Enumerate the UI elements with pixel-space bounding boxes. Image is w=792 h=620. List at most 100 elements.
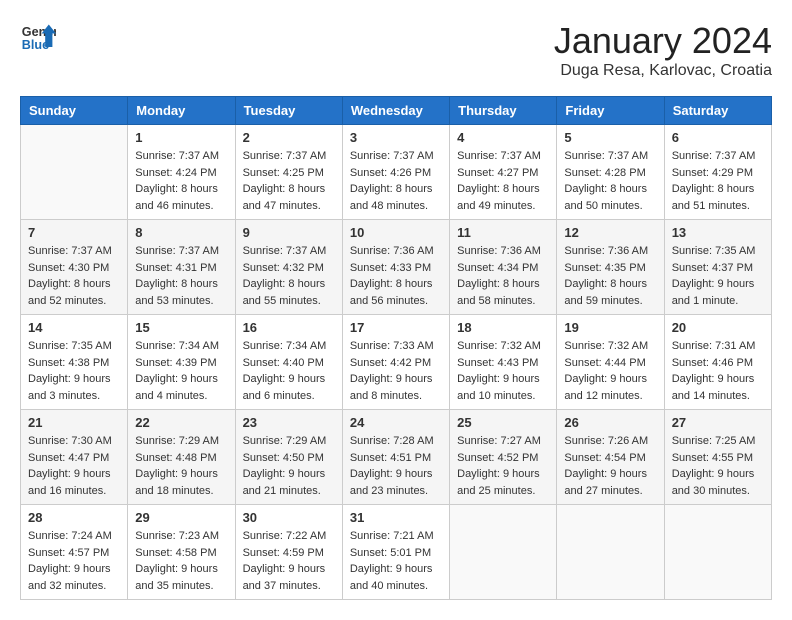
calendar-cell: 29 Sunrise: 7:23 AMSunset: 4:58 PMDayligh…	[128, 505, 235, 600]
day-info: Sunrise: 7:23 AMSunset: 4:58 PMDaylight:…	[135, 528, 227, 594]
day-info: Sunrise: 7:37 AMSunset: 4:24 PMDaylight:…	[135, 148, 227, 214]
day-info: Sunrise: 7:31 AMSunset: 4:46 PMDaylight:…	[672, 338, 764, 404]
location-title: Duga Resa, Karlovac, Croatia	[554, 62, 772, 80]
day-info: Sunrise: 7:37 AMSunset: 4:30 PMDaylight:…	[28, 243, 120, 309]
calendar-cell: 16Sunrise: 7:34 AMSunset: 4:40 PMDayligh…	[235, 315, 342, 410]
calendar-header-friday: Friday	[557, 97, 664, 125]
calendar-cell: 8 Sunrise: 7:37 AMSunset: 4:31 PMDaylight…	[128, 220, 235, 315]
calendar-cell	[557, 505, 664, 600]
calendar-cell: 19 Sunrise: 7:32 AMSunset: 4:44 PMDayligh…	[557, 315, 664, 410]
day-number: 15	[135, 320, 227, 335]
day-info: Sunrise: 7:26 AMSunset: 4:54 PMDaylight:…	[564, 433, 656, 499]
day-info: Sunrise: 7:37 AMSunset: 4:28 PMDaylight:…	[564, 148, 656, 214]
day-number: 29	[135, 510, 227, 525]
day-number: 23	[243, 415, 335, 430]
day-number: 17	[350, 320, 442, 335]
calendar-cell: 14 Sunrise: 7:35 AMSunset: 4:38 PMDayligh…	[21, 315, 128, 410]
calendar-cell: 31 Sunrise: 7:21 AMSunset: 5:01 PMDayligh…	[342, 505, 449, 600]
calendar-week-row: 14 Sunrise: 7:35 AMSunset: 4:38 PMDayligh…	[21, 315, 772, 410]
calendar-cell: 7 Sunrise: 7:37 AMSunset: 4:30 PMDaylight…	[21, 220, 128, 315]
day-info: Sunrise: 7:22 AMSunset: 4:59 PMDaylight:…	[243, 528, 335, 594]
day-number: 11	[457, 225, 549, 240]
calendar-cell: 28 Sunrise: 7:24 AMSunset: 4:57 PMDayligh…	[21, 505, 128, 600]
day-info: Sunrise: 7:37 AMSunset: 4:32 PMDaylight:…	[243, 243, 335, 309]
calendar-cell: 30 Sunrise: 7:22 AMSunset: 4:59 PMDayligh…	[235, 505, 342, 600]
calendar-cell: 25Sunrise: 7:27 AMSunset: 4:52 PMDayligh…	[450, 410, 557, 505]
day-number: 31	[350, 510, 442, 525]
day-number: 14	[28, 320, 120, 335]
day-number: 5	[564, 130, 656, 145]
calendar-table: SundayMondayTuesdayWednesdayThursdayFrid…	[20, 96, 772, 600]
calendar-cell: 2 Sunrise: 7:37 AMSunset: 4:25 PMDaylight…	[235, 125, 342, 220]
day-info: Sunrise: 7:30 AMSunset: 4:47 PMDaylight:…	[28, 433, 120, 499]
day-number: 4	[457, 130, 549, 145]
calendar-week-row: 1 Sunrise: 7:37 AMSunset: 4:24 PMDaylight…	[21, 125, 772, 220]
day-number: 26	[564, 415, 656, 430]
day-info: Sunrise: 7:24 AMSunset: 4:57 PMDaylight:…	[28, 528, 120, 594]
day-info: Sunrise: 7:36 AMSunset: 4:35 PMDaylight:…	[564, 243, 656, 309]
logo: General Blue	[20, 20, 56, 56]
day-number: 8	[135, 225, 227, 240]
calendar-cell: 22 Sunrise: 7:29 AMSunset: 4:48 PMDayligh…	[128, 410, 235, 505]
calendar-header-saturday: Saturday	[664, 97, 771, 125]
logo-icon: General Blue	[20, 20, 56, 56]
calendar-week-row: 28 Sunrise: 7:24 AMSunset: 4:57 PMDayligh…	[21, 505, 772, 600]
day-number: 28	[28, 510, 120, 525]
day-number: 30	[243, 510, 335, 525]
day-info: Sunrise: 7:29 AMSunset: 4:48 PMDaylight:…	[135, 433, 227, 499]
day-info: Sunrise: 7:37 AMSunset: 4:27 PMDaylight:…	[457, 148, 549, 214]
calendar-cell: 15 Sunrise: 7:34 AMSunset: 4:39 PMDayligh…	[128, 315, 235, 410]
day-number: 20	[672, 320, 764, 335]
calendar-cell: 27 Sunrise: 7:25 AMSunset: 4:55 PMDayligh…	[664, 410, 771, 505]
day-number: 7	[28, 225, 120, 240]
day-info: Sunrise: 7:32 AMSunset: 4:44 PMDaylight:…	[564, 338, 656, 404]
calendar-cell: 4 Sunrise: 7:37 AMSunset: 4:27 PMDaylight…	[450, 125, 557, 220]
day-number: 22	[135, 415, 227, 430]
day-number: 3	[350, 130, 442, 145]
calendar-cell: 21 Sunrise: 7:30 AMSunset: 4:47 PMDayligh…	[21, 410, 128, 505]
svg-text:Blue: Blue	[22, 38, 49, 52]
day-info: Sunrise: 7:28 AMSunset: 4:51 PMDaylight:…	[350, 433, 442, 499]
day-number: 1	[135, 130, 227, 145]
day-number: 24	[350, 415, 442, 430]
calendar-header-monday: Monday	[128, 97, 235, 125]
day-number: 16	[243, 320, 335, 335]
day-number: 13	[672, 225, 764, 240]
day-number: 6	[672, 130, 764, 145]
calendar-cell: 6Sunrise: 7:37 AMSunset: 4:29 PMDaylight…	[664, 125, 771, 220]
day-info: Sunrise: 7:21 AMSunset: 5:01 PMDaylight:…	[350, 528, 442, 594]
day-info: Sunrise: 7:37 AMSunset: 4:31 PMDaylight:…	[135, 243, 227, 309]
calendar-cell: 9 Sunrise: 7:37 AMSunset: 4:32 PMDaylight…	[235, 220, 342, 315]
calendar-cell	[21, 125, 128, 220]
calendar-cell: 1 Sunrise: 7:37 AMSunset: 4:24 PMDaylight…	[128, 125, 235, 220]
calendar-header-sunday: Sunday	[21, 97, 128, 125]
day-info: Sunrise: 7:33 AMSunset: 4:42 PMDaylight:…	[350, 338, 442, 404]
day-info: Sunrise: 7:36 AMSunset: 4:34 PMDaylight:…	[457, 243, 549, 309]
day-info: Sunrise: 7:37 AMSunset: 4:25 PMDaylight:…	[243, 148, 335, 214]
day-info: Sunrise: 7:34 AMSunset: 4:39 PMDaylight:…	[135, 338, 227, 404]
day-number: 21	[28, 415, 120, 430]
calendar-week-row: 21 Sunrise: 7:30 AMSunset: 4:47 PMDayligh…	[21, 410, 772, 505]
day-number: 9	[243, 225, 335, 240]
day-number: 18	[457, 320, 549, 335]
day-info: Sunrise: 7:35 AMSunset: 4:38 PMDaylight:…	[28, 338, 120, 404]
calendar-cell	[664, 505, 771, 600]
day-number: 19	[564, 320, 656, 335]
month-title: January 2024	[554, 20, 772, 62]
calendar-cell: 18 Sunrise: 7:32 AMSunset: 4:43 PMDayligh…	[450, 315, 557, 410]
day-info: Sunrise: 7:27 AMSunset: 4:52 PMDaylight:…	[457, 433, 549, 499]
day-number: 2	[243, 130, 335, 145]
calendar-header-row: SundayMondayTuesdayWednesdayThursdayFrid…	[21, 97, 772, 125]
day-info: Sunrise: 7:32 AMSunset: 4:43 PMDaylight:…	[457, 338, 549, 404]
calendar-cell: 13 Sunrise: 7:35 AMSunset: 4:37 PMDayligh…	[664, 220, 771, 315]
day-info: Sunrise: 7:25 AMSunset: 4:55 PMDaylight:…	[672, 433, 764, 499]
calendar-header-tuesday: Tuesday	[235, 97, 342, 125]
calendar-cell: 5 Sunrise: 7:37 AMSunset: 4:28 PMDaylight…	[557, 125, 664, 220]
day-number: 10	[350, 225, 442, 240]
title-area: January 2024 Duga Resa, Karlovac, Croati…	[554, 20, 772, 80]
calendar-cell: 3Sunrise: 7:37 AMSunset: 4:26 PMDaylight…	[342, 125, 449, 220]
day-info: Sunrise: 7:35 AMSunset: 4:37 PMDaylight:…	[672, 243, 764, 309]
day-info: Sunrise: 7:36 AMSunset: 4:33 PMDaylight:…	[350, 243, 442, 309]
calendar-cell: 24 Sunrise: 7:28 AMSunset: 4:51 PMDayligh…	[342, 410, 449, 505]
day-number: 27	[672, 415, 764, 430]
